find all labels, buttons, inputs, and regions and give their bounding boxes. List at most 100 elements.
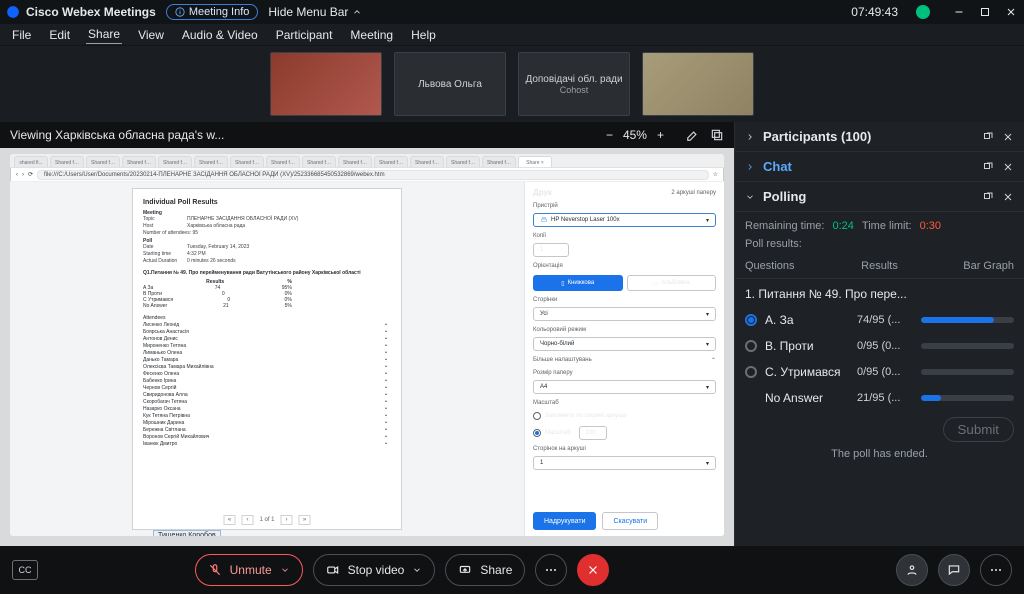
submit-button[interactable]: Submit [943, 417, 1014, 442]
ellipsis-icon [543, 562, 559, 578]
orientation-portrait[interactable]: ▯ Книжкова [533, 275, 623, 291]
pager-first[interactable]: « [223, 515, 235, 525]
pager-next[interactable]: › [281, 515, 293, 525]
meeting-info-label: Meeting Info [189, 6, 250, 18]
nav-reload-icon[interactable]: ⟳ [28, 171, 33, 178]
print-title: Друк [533, 188, 552, 197]
popout-icon[interactable] [982, 191, 994, 203]
leave-meeting-button[interactable] [577, 554, 609, 586]
poll-option[interactable]: No Answer21/95 (... [745, 385, 1014, 411]
popout-icon[interactable] [982, 161, 994, 173]
url-bar[interactable]: file:///C:/Users/User/Documents/20230214… [37, 170, 709, 180]
print-paper-label: Розмір паперу [533, 370, 716, 376]
minimize-button[interactable] [952, 5, 966, 19]
orientation-landscape[interactable]: ▭ Альбомна [627, 275, 717, 291]
browser-tab[interactable]: Shared f… [266, 156, 300, 168]
browser-tab[interactable]: Shared f… [122, 156, 156, 168]
connection-indicator[interactable] [916, 5, 930, 19]
browser-tab[interactable]: Shared f… [482, 156, 516, 168]
chat-panel-header[interactable]: Chat [735, 152, 1024, 182]
pager-last[interactable]: » [299, 515, 311, 525]
print-copies-input[interactable]: 1 [533, 243, 569, 257]
more-options-button[interactable] [535, 554, 567, 586]
print-more-label[interactable]: Більше налаштувань [533, 357, 592, 364]
limit-label: Time limit: [862, 220, 912, 232]
video-tile[interactable] [642, 52, 754, 116]
poll-ended-label: The poll has ended. [745, 442, 1014, 464]
captions-button[interactable]: CC [12, 560, 38, 580]
chat-button[interactable] [938, 554, 970, 586]
nav-forward-icon[interactable]: › [22, 172, 24, 178]
browser-tab[interactable]: Shared f… [374, 156, 408, 168]
stop-video-button[interactable]: Stop video [313, 554, 436, 586]
print-pages-select[interactable]: Усі▾ [533, 307, 716, 321]
poll-option[interactable]: C. Утримався0/95 (0... [745, 359, 1014, 385]
popout-icon[interactable] [982, 131, 994, 143]
menu-meeting[interactable]: Meeting [348, 26, 395, 44]
participants-button[interactable] [896, 554, 928, 586]
star-icon[interactable]: ☆ [713, 171, 718, 178]
browser-tab[interactable]: Shared f… [410, 156, 444, 168]
menu-file[interactable]: File [10, 26, 33, 44]
browser-tab[interactable]: shared fi... [14, 156, 48, 168]
panel-options-button[interactable] [980, 554, 1012, 586]
share-button[interactable]: Share [445, 554, 525, 586]
print-color-select[interactable]: Чорно-білий▾ [533, 337, 716, 351]
video-tile[interactable] [270, 52, 382, 116]
participants-panel-header[interactable]: Participants (100) [735, 122, 1024, 152]
close-icon[interactable] [1002, 161, 1014, 173]
close-icon[interactable] [1002, 131, 1014, 143]
viewer-body: shared fi... Shared f… Shared f… Shared … [0, 148, 734, 546]
menu-participant[interactable]: Participant [274, 26, 335, 44]
nav-back-icon[interactable]: ‹ [16, 172, 18, 178]
scale-value-input[interactable]: 100 [579, 426, 607, 440]
poll-option[interactable]: B. Проти0/95 (0... [745, 333, 1014, 359]
browser-tab-active[interactable]: Share × [518, 156, 552, 168]
scale-fit-option[interactable]: Заповнити по ширині аркуша [533, 412, 716, 420]
browser-tab[interactable]: Shared f… [50, 156, 84, 168]
annotate-icon[interactable] [686, 128, 700, 142]
meeting-info-button[interactable]: Meeting Info [166, 4, 259, 20]
browser-tab[interactable]: Shared f… [86, 156, 120, 168]
tab-results[interactable]: Results [831, 254, 927, 278]
print-device-select[interactable]: HP Neverstop Laser 100x ▾ [533, 213, 716, 227]
zoom-in-button[interactable]: + [657, 128, 664, 142]
browser-tab[interactable]: Shared f… [302, 156, 336, 168]
video-tile[interactable]: Доповідачі обл. ради Cohost [518, 52, 630, 116]
browser-tab[interactable]: Shared f… [230, 156, 264, 168]
browser-tab[interactable]: Shared f… [158, 156, 192, 168]
menu-help[interactable]: Help [409, 26, 438, 44]
chevron-down-icon [280, 565, 290, 575]
unmute-button[interactable]: Unmute [195, 554, 303, 586]
maximize-button[interactable] [978, 5, 992, 19]
zoom-level: 45% [623, 128, 647, 142]
polling-panel-header[interactable]: Polling [735, 182, 1024, 212]
pager-prev[interactable]: ‹ [241, 515, 253, 525]
video-tile[interactable]: Львова Ольга [394, 52, 506, 116]
zoom-out-button[interactable]: − [606, 128, 613, 142]
close-window-button[interactable] [1004, 5, 1018, 19]
hide-menubar-button[interactable]: Hide Menu Bar [268, 5, 362, 19]
browser-tab[interactable]: Shared f… [338, 156, 372, 168]
tab-questions[interactable]: Questions [735, 254, 831, 278]
print-cancel-button[interactable]: Скасувати [602, 512, 658, 530]
popout-icon[interactable] [710, 128, 724, 142]
browser-tab[interactable]: Shared f… [194, 156, 228, 168]
scale-custom-option[interactable]: Масштаб 100 [533, 426, 716, 440]
poll-option-count: 21/95 (... [857, 392, 913, 404]
menu-audio-video[interactable]: Audio & Video [180, 26, 260, 44]
print-pps-select[interactable]: 1▾ [533, 456, 716, 470]
browser-tab[interactable]: Shared f… [446, 156, 480, 168]
print-confirm-button[interactable]: Надрукувати [533, 512, 596, 530]
radio-icon [745, 340, 757, 352]
ellipsis-icon [988, 562, 1004, 578]
close-icon[interactable] [1002, 191, 1014, 203]
url-text: file:///C:/Users/User/Documents/20230214… [44, 172, 385, 178]
poll-option[interactable]: A. За74/95 (... [745, 307, 1014, 333]
menu-share[interactable]: Share [86, 25, 122, 44]
menu-edit[interactable]: Edit [47, 26, 72, 44]
print-paper-select[interactable]: A4▾ [533, 380, 716, 394]
radio-icon [745, 314, 757, 326]
menu-view[interactable]: View [136, 26, 166, 44]
tab-bar-graph[interactable]: Bar Graph [928, 254, 1024, 278]
